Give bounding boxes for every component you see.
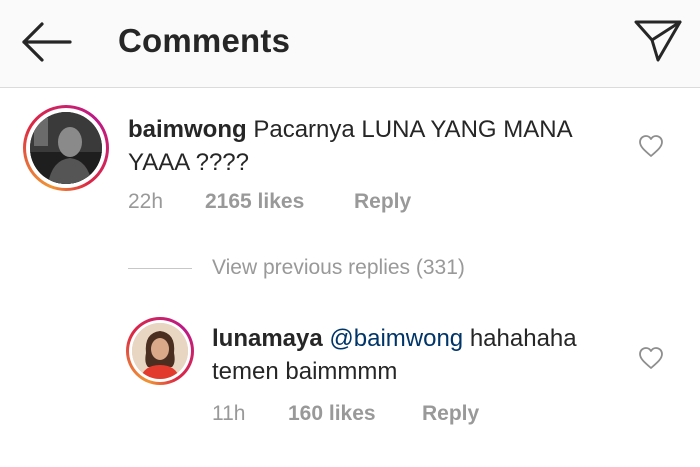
header-bar: Comments	[0, 0, 700, 88]
avatar	[30, 112, 102, 184]
comment-timestamp: 22h	[128, 190, 164, 213]
arrow-left-icon[interactable]	[18, 20, 74, 64]
avatar-photo	[30, 112, 102, 184]
page-title: Comments	[118, 22, 291, 59]
avatar-story-ring[interactable]	[126, 317, 194, 385]
likes-count[interactable]: 160 likes	[288, 402, 376, 426]
comment-username[interactable]: baimwong	[128, 116, 247, 143]
reply-button[interactable]: Reply	[354, 190, 411, 214]
replies-divider	[128, 268, 192, 269]
mention-link[interactable]: @baimwong	[329, 325, 463, 352]
reply-timestamp: 11h	[212, 402, 246, 425]
view-previous-replies-link[interactable]: View previous replies (331)	[212, 256, 465, 280]
heart-icon[interactable]	[638, 346, 664, 370]
comment-text: baimwong Pacarnya LUNA YANG MANA YAAA ??…	[128, 113, 598, 179]
heart-icon[interactable]	[638, 134, 664, 158]
avatar-photo	[132, 323, 188, 379]
reply-text: lunamaya @baimwong hahahaha temen baimmm…	[212, 322, 622, 388]
likes-count[interactable]: 2165 likes	[205, 190, 304, 214]
reply-username[interactable]: lunamaya	[212, 325, 323, 352]
direct-send-icon[interactable]	[632, 18, 684, 64]
avatar-story-ring[interactable]	[23, 105, 109, 191]
reply-button[interactable]: Reply	[422, 402, 479, 426]
avatar	[132, 323, 188, 379]
